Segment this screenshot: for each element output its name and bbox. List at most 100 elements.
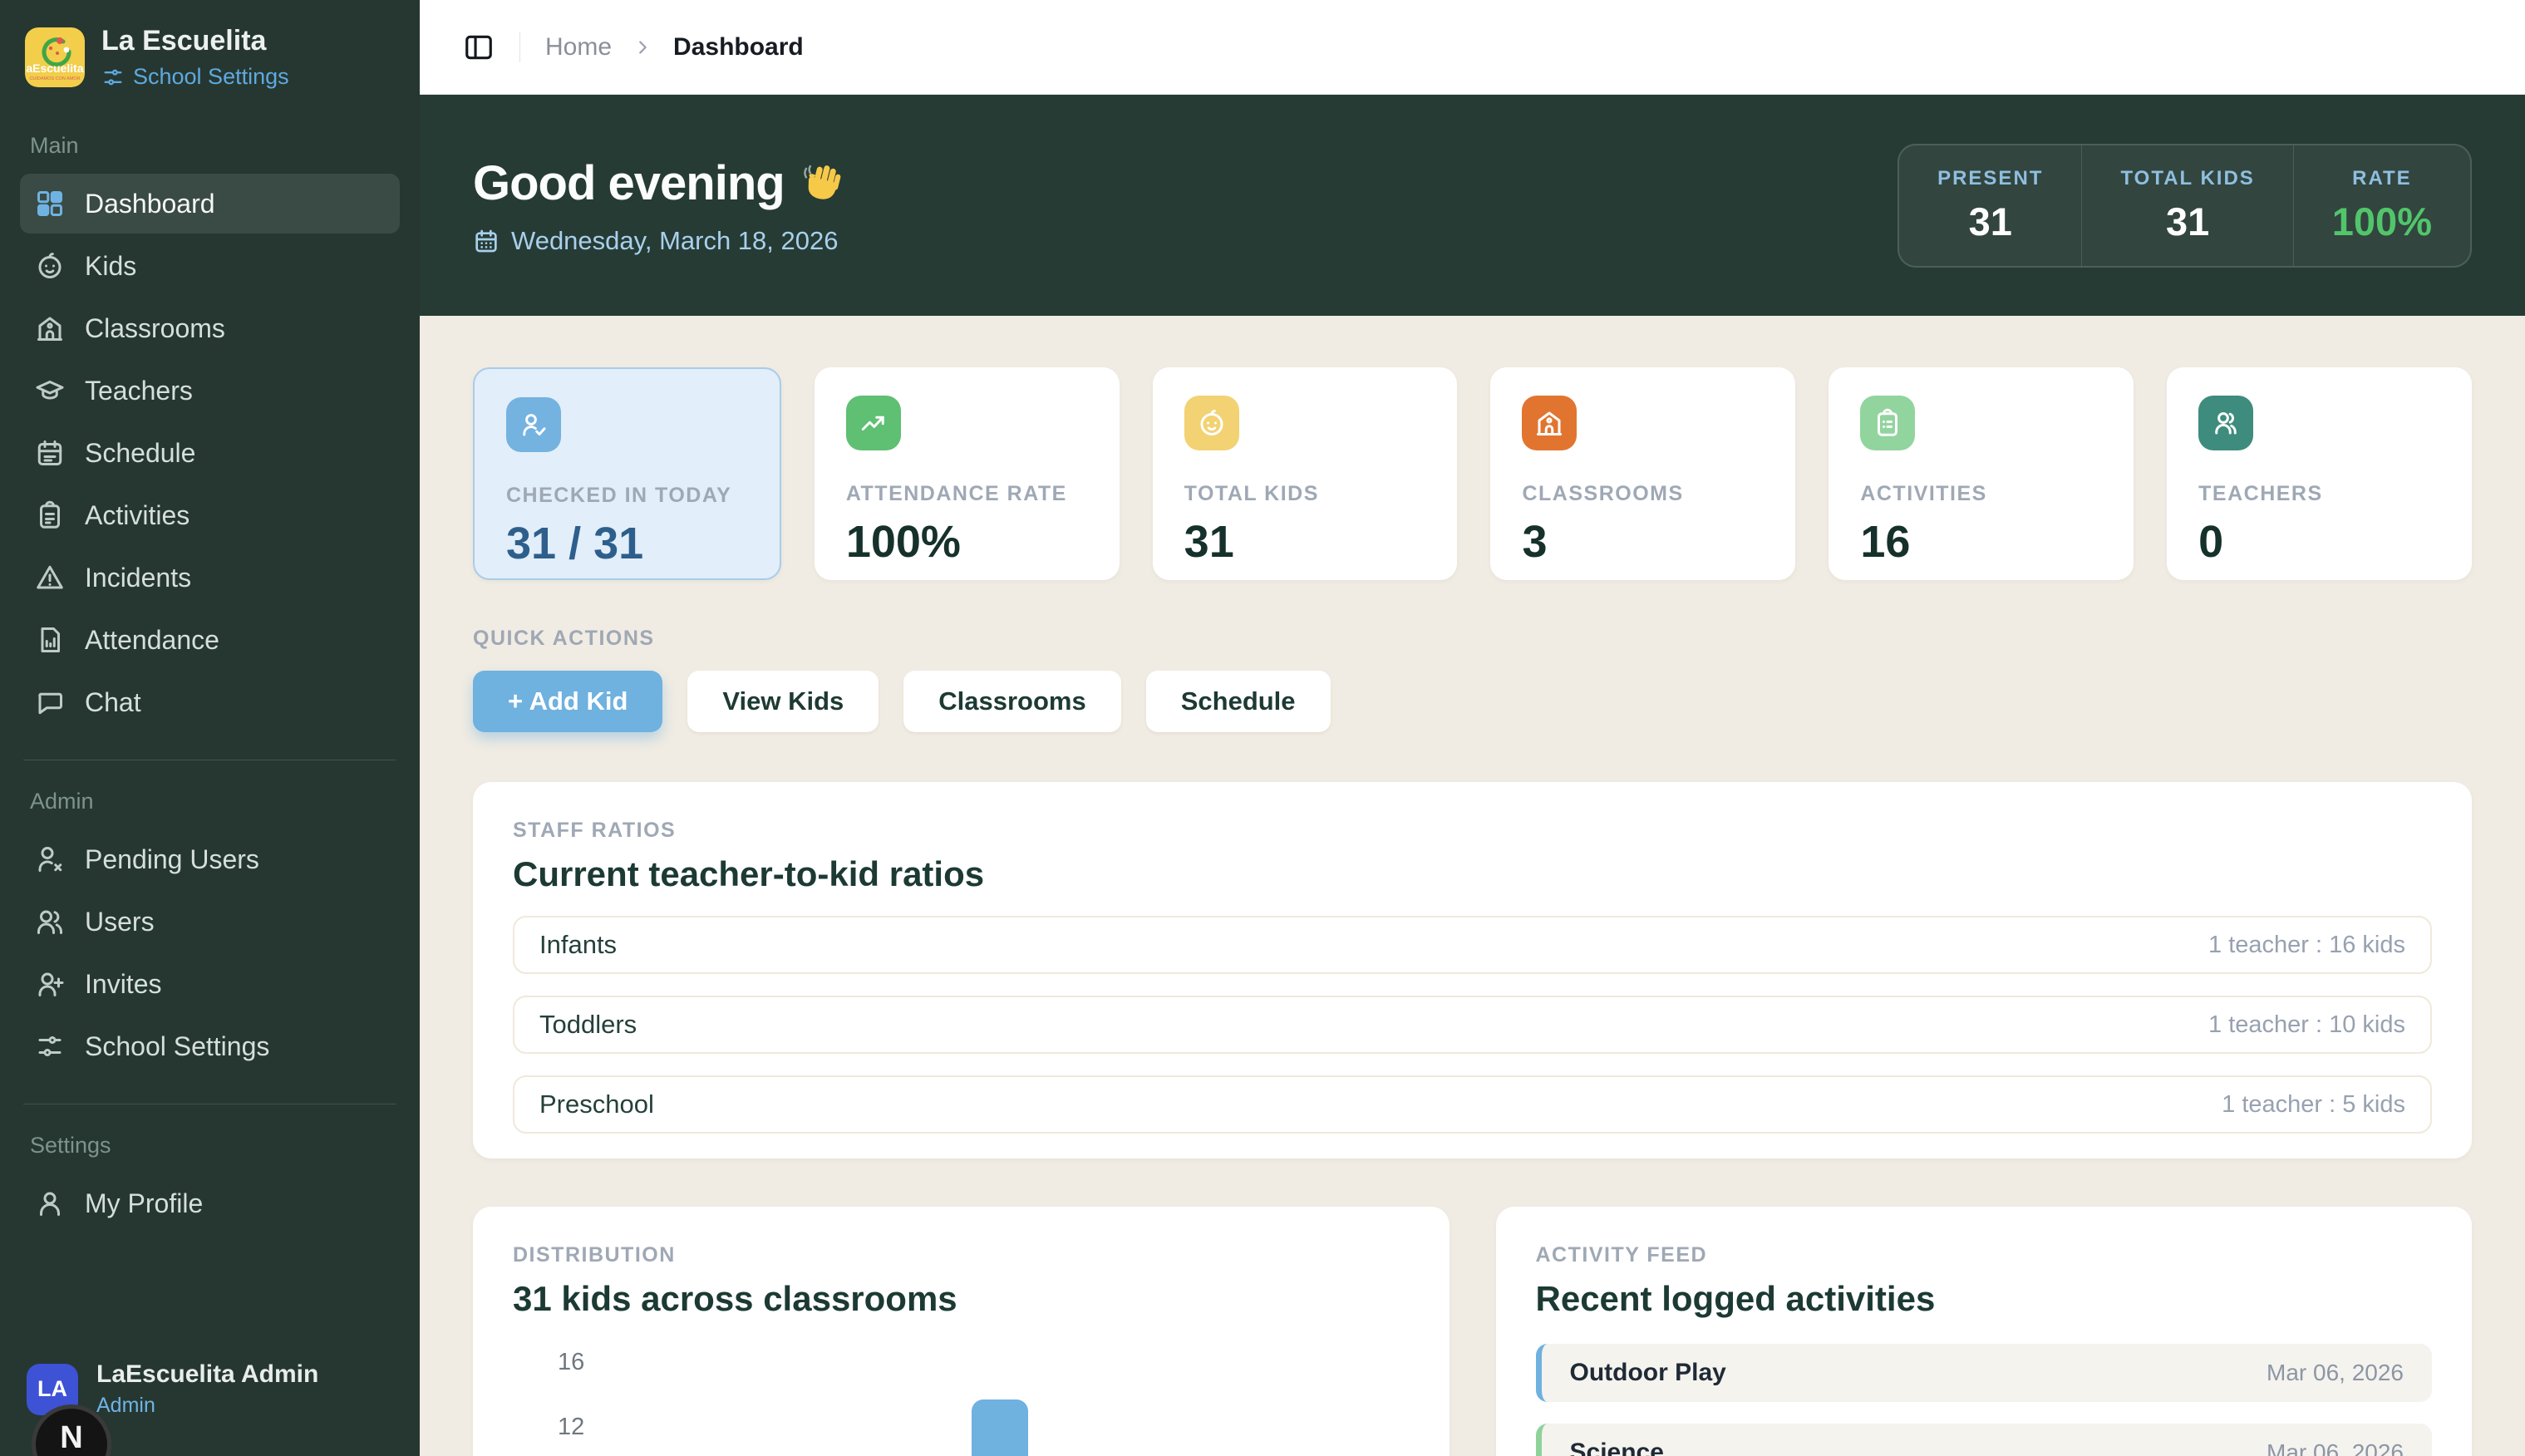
- stat-card-value: 3: [1522, 516, 1764, 568]
- stat-card-value: 16: [1860, 516, 2102, 568]
- breadcrumb: Home Dashboard: [545, 33, 804, 61]
- baby-face-icon: [1197, 408, 1227, 438]
- sidebar-item-users[interactable]: Users: [20, 892, 400, 952]
- bottom-grid: DISTRIBUTION 31 kids across classrooms 1…: [473, 1207, 2472, 1456]
- school-building-icon: [1534, 408, 1564, 438]
- trending-up-icon: [859, 408, 888, 438]
- sidebar-item-label: Kids: [85, 251, 136, 282]
- sliders-icon: [101, 66, 125, 89]
- stat-card-value: 31: [1184, 516, 1426, 568]
- hero-stat-rate: RATE 100%: [2293, 145, 2470, 266]
- sidebar-item-classrooms[interactable]: Classrooms: [20, 298, 400, 358]
- user-plus-icon: [35, 969, 65, 999]
- topbar-divider: [519, 32, 520, 62]
- sidebar-item-invites[interactable]: Invites: [20, 954, 400, 1014]
- classrooms-button[interactable]: Classrooms: [903, 671, 1120, 732]
- school-logo: aEscuelita CUIDAMOS CON AMOR: [25, 27, 85, 87]
- hero-stat-value: 31: [2120, 199, 2254, 244]
- sidebar-item-attendance[interactable]: Attendance: [20, 610, 400, 670]
- distribution-eyebrow: DISTRIBUTION: [513, 1243, 1410, 1267]
- breadcrumb-current: Dashboard: [673, 33, 804, 61]
- distribution-panel: DISTRIBUTION 31 kids across classrooms 1…: [473, 1207, 1450, 1456]
- sidebar-item-schedule[interactable]: Schedule: [20, 423, 400, 483]
- staff-ratios-panel: STAFF RATIOS Current teacher-to-kid rati…: [473, 782, 2472, 1158]
- users-icon: [35, 907, 65, 937]
- sidebar-item-label: Dashboard: [85, 189, 215, 219]
- distribution-bar-chart: 16 12: [513, 1349, 1410, 1456]
- sidebar-item-label: Users: [85, 907, 155, 937]
- sidebar-item-activities[interactable]: Activities: [20, 485, 400, 545]
- view-kids-button[interactable]: View Kids: [687, 671, 879, 732]
- sidebar-toggle-icon[interactable]: [463, 32, 495, 63]
- activity-feed-title: Recent logged activities: [1536, 1279, 2433, 1319]
- school-settings-link[interactable]: School Settings: [101, 64, 289, 90]
- sidebar-item-pending-users[interactable]: Pending Users: [20, 829, 400, 889]
- topbar: Home Dashboard: [420, 0, 2525, 95]
- sidebar-section-main: Main: [30, 133, 390, 159]
- sidebar-item-teachers[interactable]: Teachers: [20, 361, 400, 421]
- sidebar-item-my-profile[interactable]: My Profile: [20, 1173, 400, 1233]
- user-icon: [35, 1188, 65, 1218]
- y-axis-tick: 16: [558, 1349, 584, 1376]
- main-area: Home Dashboard Good evening: [420, 0, 2525, 1456]
- clipboard-icon: [1873, 408, 1902, 438]
- ratio-row-infants: Infants 1 teacher : 16 kids: [513, 916, 2432, 974]
- sidebar-item-label: Pending Users: [85, 844, 259, 875]
- stat-card-total-kids[interactable]: TOTAL KIDS 31: [1153, 367, 1458, 580]
- stat-card-classrooms[interactable]: CLASSROOMS 3: [1490, 367, 1795, 580]
- distribution-title: 31 kids across classrooms: [513, 1279, 1410, 1319]
- activity-date: Mar 06, 2026: [2267, 1360, 2404, 1386]
- staff-ratios-eyebrow: STAFF RATIOS: [513, 819, 2432, 843]
- ratio-row-preschool: Preschool 1 teacher : 5 kids: [513, 1075, 2432, 1134]
- hero-stat-present: PRESENT 31: [1899, 145, 2081, 266]
- activity-feed-item[interactable]: Science Mar 06, 2026: [1536, 1424, 2433, 1456]
- wave-hand-icon: [801, 160, 848, 206]
- stat-card-checked-in[interactable]: CHECKED IN TODAY 31 / 31: [473, 367, 781, 580]
- floating-action-label: N: [60, 1420, 82, 1456]
- sidebar-item-kids[interactable]: Kids: [20, 236, 400, 296]
- hero-banner: Good evening: [420, 95, 2525, 316]
- sidebar-item-school-settings[interactable]: School Settings: [20, 1016, 400, 1076]
- sidebar-item-label: Activities: [85, 500, 189, 531]
- calendar-icon: [35, 438, 65, 468]
- activity-date: Mar 06, 2026: [2267, 1439, 2404, 1456]
- quick-actions-label: QUICK ACTIONS: [473, 627, 2472, 651]
- sidebar-item-label: Attendance: [85, 625, 219, 656]
- hero-date-text: Wednesday, March 18, 2026: [511, 226, 838, 256]
- sidebar-item-label: School Settings: [85, 1031, 269, 1062]
- chat-bubble-icon: [35, 687, 65, 717]
- hero-date: Wednesday, March 18, 2026: [473, 226, 848, 256]
- hero-stat-label: RATE: [2332, 167, 2432, 190]
- sidebar-item-incidents[interactable]: Incidents: [20, 548, 400, 607]
- sidebar-item-label: Chat: [85, 687, 141, 718]
- dashboard-grid-icon: [35, 189, 65, 219]
- kid-face-icon: [35, 251, 65, 281]
- calendar-icon: [473, 228, 500, 254]
- stat-card-label: CHECKED IN TODAY: [506, 484, 748, 508]
- sidebar-item-label: Teachers: [85, 376, 193, 406]
- stat-card-attendance-rate[interactable]: ATTENDANCE RATE 100%: [815, 367, 1120, 580]
- classroom-bar[interactable]: [972, 1399, 1028, 1456]
- sliders-icon: [35, 1031, 65, 1061]
- schedule-button[interactable]: Schedule: [1146, 671, 1331, 732]
- hero-stat-value: 31: [1937, 199, 2043, 244]
- activity-feed-panel: ACTIVITY FEED Recent logged activities O…: [1496, 1207, 2473, 1456]
- stat-card-activities[interactable]: ACTIVITIES 16: [1829, 367, 2134, 580]
- sidebar-item-dashboard[interactable]: Dashboard: [20, 174, 400, 234]
- activity-feed-eyebrow: ACTIVITY FEED: [1536, 1243, 2433, 1267]
- stat-card-teachers[interactable]: TEACHERS 0: [2167, 367, 2472, 580]
- sidebar-item-label: Incidents: [85, 563, 191, 593]
- user-role: Admin: [96, 1394, 318, 1418]
- add-kid-button[interactable]: + Add Kid: [473, 671, 662, 732]
- sidebar-header: aEscuelita CUIDAMOS CON AMOR La Escuelit…: [20, 25, 400, 90]
- stat-card-value: 0: [2198, 516, 2440, 568]
- sidebar-item-chat[interactable]: Chat: [20, 672, 400, 732]
- ratio-value: 1 teacher : 16 kids: [2208, 932, 2405, 959]
- user-name: LaEscuelita Admin: [96, 1360, 318, 1389]
- clipboard-icon: [35, 500, 65, 530]
- svg-text:CUIDAMOS CON AMOR: CUIDAMOS CON AMOR: [29, 76, 80, 81]
- breadcrumb-home[interactable]: Home: [545, 33, 612, 61]
- greeting-text: Good evening: [473, 155, 785, 211]
- activity-feed-item[interactable]: Outdoor Play Mar 06, 2026: [1536, 1344, 2433, 1402]
- hero-stat-total-kids: TOTAL KIDS 31: [2081, 145, 2292, 266]
